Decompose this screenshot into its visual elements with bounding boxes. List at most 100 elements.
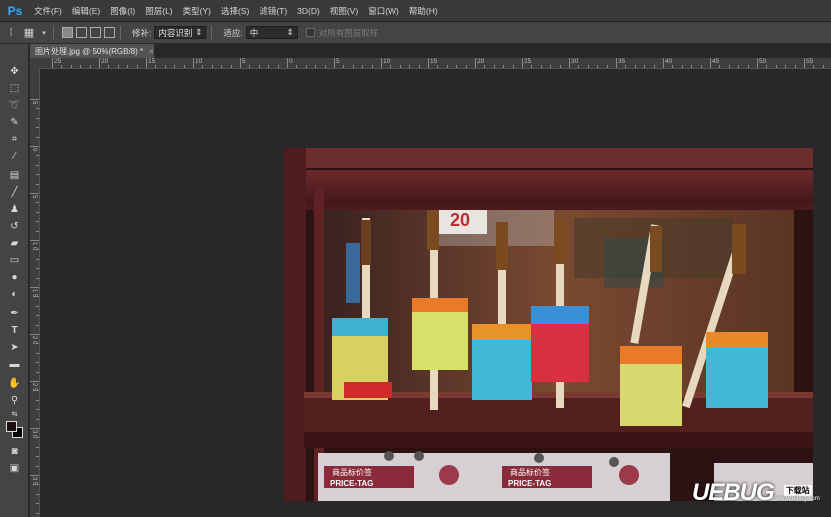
adapt-select[interactable]: 中 ⇕ <box>245 26 298 39</box>
repair-mode-value: 内容识别 <box>158 27 193 38</box>
ruler-h-major-tick <box>287 58 288 68</box>
brush-tool-icon[interactable]: ╱ <box>6 185 23 200</box>
ruler-v-minor-tick <box>36 503 39 505</box>
ruler-corner[interactable] <box>30 58 40 69</box>
menu-filter[interactable]: 滤镜(T) <box>259 5 287 17</box>
ruler-v-minor-tick <box>36 127 39 129</box>
blur-tool-icon[interactable]: ● <box>6 270 23 285</box>
patch-tool-icon[interactable]: ▤ <box>6 168 23 183</box>
ruler-v-minor-tick <box>36 258 39 260</box>
menu-select[interactable]: 选择(S) <box>221 5 249 17</box>
quick-mask-icon[interactable]: ◙ <box>6 444 23 459</box>
menu-3d[interactable]: 3D(D) <box>297 6 320 16</box>
repair-label: 修补: <box>132 27 152 38</box>
ruler-h-label: 45 <box>712 58 720 65</box>
eyedropper-tool-icon[interactable]: ⁄ <box>6 149 23 164</box>
ruler-v-minor-tick <box>36 315 39 317</box>
sign-number: 20 <box>450 210 470 230</box>
ruler-h-minor-tick <box>785 65 787 68</box>
dodge-tool-icon[interactable]: ◐ <box>6 287 23 302</box>
ruler-h-minor-tick <box>446 65 448 68</box>
ruler-h-minor-tick <box>587 65 589 68</box>
hand-tool-icon[interactable]: ✋ <box>6 376 23 391</box>
subtract-selection-button[interactable] <box>90 27 101 38</box>
menu-bar: Ps 文件(F) 编辑(E) 图像(I) 图层(L) 类型(Y) 选择(S) 滤… <box>0 0 831 22</box>
ruler-v-minor-tick <box>36 371 39 373</box>
document-tab[interactable]: 图片处理.jpg @ 50%(RGB/8) * × <box>30 44 154 58</box>
ruler-v-minor-tick <box>36 409 39 411</box>
ruler-h-minor-tick <box>277 65 279 68</box>
foreground-color-swatch[interactable] <box>6 421 17 432</box>
ruler-h-minor-tick <box>70 65 72 68</box>
adapt-label: 适应: <box>223 27 243 38</box>
photoshop-logo: Ps <box>7 3 23 18</box>
add-selection-button[interactable] <box>76 27 87 38</box>
close-icon[interactable]: × <box>149 47 154 56</box>
menu-edit[interactable]: 编辑(E) <box>72 5 100 17</box>
document-canvas-image[interactable]: 20 商品标价签 PRICE-TAG 商品标价签 PRICE-TAG <box>284 148 813 501</box>
path-select-tool-icon[interactable]: ➤ <box>6 340 23 355</box>
quick-select-tool-icon[interactable]: ✎ <box>6 115 23 130</box>
new-selection-button[interactable] <box>62 27 73 38</box>
type-tool-icon[interactable]: T <box>6 323 23 338</box>
intersect-selection-button[interactable] <box>104 27 115 38</box>
sample-all-layers-checkbox[interactable] <box>305 28 315 37</box>
ruler-h-major-tick <box>52 58 53 68</box>
lasso-tool-icon[interactable]: ➰ <box>6 98 23 113</box>
watermark-url: www.uebug.com <box>775 495 820 502</box>
screen-mode-icon[interactable]: ▣ <box>6 461 23 476</box>
menu-view[interactable]: 视图(V) <box>330 5 358 17</box>
ruler-h-major-tick <box>522 58 523 68</box>
shape-tool-icon[interactable]: ▬ <box>6 357 23 372</box>
menu-file[interactable]: 文件(F) <box>34 5 62 17</box>
ruler-h-label: 55 <box>806 58 814 65</box>
patch-tool-preset-icon[interactable]: ▦ <box>22 26 36 40</box>
ruler-v-minor-tick <box>36 493 39 495</box>
ruler-v-minor-tick <box>36 305 39 307</box>
history-brush-tool-icon[interactable]: ↺ <box>6 219 23 234</box>
menu-type[interactable]: 类型(Y) <box>183 5 211 17</box>
select-arrows-icon: ⇕ <box>195 27 203 37</box>
move-tool-icon[interactable]: ✥ <box>6 64 23 79</box>
ruler-v-minor-tick <box>36 296 39 298</box>
ruler-h-minor-tick <box>484 65 486 68</box>
menu-help[interactable]: 帮助(H) <box>409 5 438 17</box>
ruler-v-major-tick <box>30 193 39 194</box>
stamp-tool-icon[interactable]: ♟ <box>6 202 23 217</box>
ruler-h-minor-tick <box>822 65 824 68</box>
ruler-h-minor-tick <box>540 65 542 68</box>
menu-layer[interactable]: 图层(L) <box>145 5 172 17</box>
ruler-h-minor-tick <box>268 65 270 68</box>
ruler-h-minor-tick <box>343 65 345 68</box>
ruler-h-major-tick <box>663 58 664 68</box>
ruler-h-minor-tick <box>634 65 636 68</box>
gradient-tool-icon[interactable]: ▭ <box>6 253 23 268</box>
ruler-v-minor-tick <box>36 230 39 232</box>
ruler-h-major-tick <box>804 58 805 68</box>
ruler-h-minor-tick <box>672 65 674 68</box>
ruler-h-minor-tick <box>362 65 364 68</box>
repair-mode-select[interactable]: 内容识别 ⇕ <box>154 26 207 39</box>
ruler-v-minor-tick <box>36 164 39 166</box>
ruler-h-label: 20 <box>101 58 109 65</box>
pen-tool-icon[interactable]: ✒ <box>6 306 23 321</box>
ruler-v-minor-tick <box>36 446 39 448</box>
vertical-ruler[interactable]: 5051 01 52 02 53 03 5 <box>30 69 40 517</box>
menu-window[interactable]: 窗口(W) <box>368 5 399 17</box>
horizontal-ruler[interactable]: 25 20 15 10 5 0 5 10 15 20 25 30 35 40 45 50 55 <box>40 58 831 69</box>
ruler-h-major-tick <box>616 58 617 68</box>
ruler-h-minor-tick <box>390 65 392 68</box>
eraser-tool-icon[interactable]: ▰ <box>6 236 23 251</box>
swap-colors-icon[interactable]: ⇆ <box>6 406 23 421</box>
ruler-h-label: 0 <box>289 58 293 65</box>
menu-image[interactable]: 图像(I) <box>110 5 135 17</box>
ruler-h-major-tick <box>381 58 382 68</box>
crop-tool-icon[interactable]: ⌗ <box>6 132 23 147</box>
ruler-v-minor-tick <box>36 117 39 119</box>
marquee-tool-icon[interactable]: ⬚ <box>6 81 23 96</box>
chevron-down-icon[interactable]: ▾ <box>40 26 48 40</box>
ruler-h-minor-tick <box>775 65 777 68</box>
ruler-h-minor-tick <box>578 65 580 68</box>
ruler-h-minor-tick <box>183 65 185 68</box>
ruler-h-label: 15 <box>430 58 438 65</box>
